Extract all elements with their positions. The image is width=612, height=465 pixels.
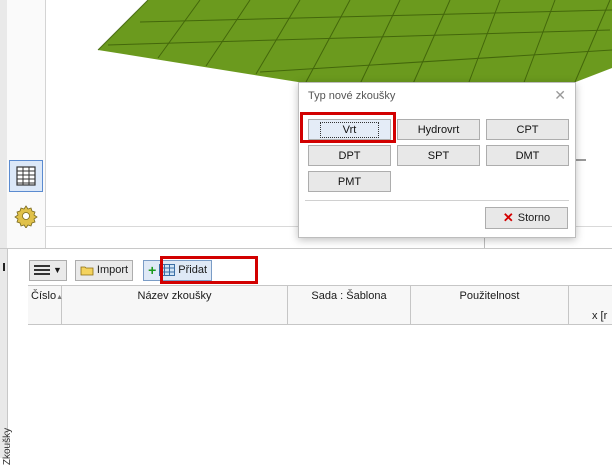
dialog-title: Typ nové zkoušky [308, 90, 396, 102]
tests-side-strip: Zkoušky [0, 249, 13, 465]
close-icon[interactable]: ✕ [554, 87, 566, 104]
cpt-button[interactable]: CPT [486, 119, 569, 140]
folder-icon [80, 266, 94, 276]
tests-toolbar: ▼ Import + Přidat [29, 259, 220, 281]
hydrovrt-button[interactable]: Hydrovrt [397, 119, 480, 140]
pmt-button[interactable]: PMT [308, 171, 391, 192]
col-number[interactable]: Číslo▲ [28, 286, 63, 324]
col-x-label: x [r [592, 310, 608, 322]
chevron-down-icon: ▼ [53, 265, 62, 275]
col-x[interactable]: x [r [569, 286, 612, 324]
col-test-name-label: Název zkoušky [137, 290, 212, 302]
spt-button[interactable]: SPT [397, 145, 480, 166]
plus-icon: + [148, 262, 157, 278]
dialog-separator [305, 200, 569, 201]
tests-panel: Zkoušky ▼ Import + Přidat Číslo▲ Název z… [0, 248, 612, 465]
table-icon [16, 166, 36, 186]
vrt-button[interactable]: Vrt [308, 119, 391, 140]
side-toolbar [7, 0, 46, 248]
table-view-button[interactable] [9, 160, 43, 192]
col-number-label: Číslo [31, 290, 57, 302]
list-icon [34, 265, 50, 275]
col-set-template-label: Sada : Šablona [311, 290, 387, 302]
cancel-icon: ✕ [502, 210, 514, 225]
col-test-name[interactable]: Název zkoušky [62, 286, 288, 324]
add-button-label: Přidat [178, 264, 208, 276]
import-button[interactable]: Import [74, 259, 134, 281]
dpt-button[interactable]: DPT [308, 145, 391, 166]
add-button[interactable]: + Přidat [143, 259, 213, 281]
pin-icon[interactable] [3, 263, 5, 271]
cancel-button-label: Storno [517, 212, 551, 224]
cancel-button[interactable]: ✕ Storno [485, 207, 568, 229]
dmt-button[interactable]: DMT [486, 145, 569, 166]
settings-button[interactable] [9, 200, 43, 232]
col-applicability-label: Použitelnost [459, 290, 520, 302]
table-add-icon [159, 264, 176, 276]
tests-table-header: Číslo▲ Název zkoušky Sada : Šablona Použ… [28, 285, 612, 325]
new-test-type-dialog: Typ nové zkoušky ✕ Vrt Hydrovrt CPT DPT … [298, 82, 576, 238]
tests-vertical-label: Zkoušky [2, 427, 14, 465]
view-mode-dropdown[interactable]: ▼ [29, 259, 67, 281]
col-set-template[interactable]: Sada : Šablona [288, 286, 411, 324]
import-button-label: Import [96, 264, 129, 276]
vrt-button-label: Vrt [319, 121, 380, 138]
col-applicability[interactable]: Použitelnost [411, 286, 569, 324]
gear-icon [14, 205, 38, 228]
